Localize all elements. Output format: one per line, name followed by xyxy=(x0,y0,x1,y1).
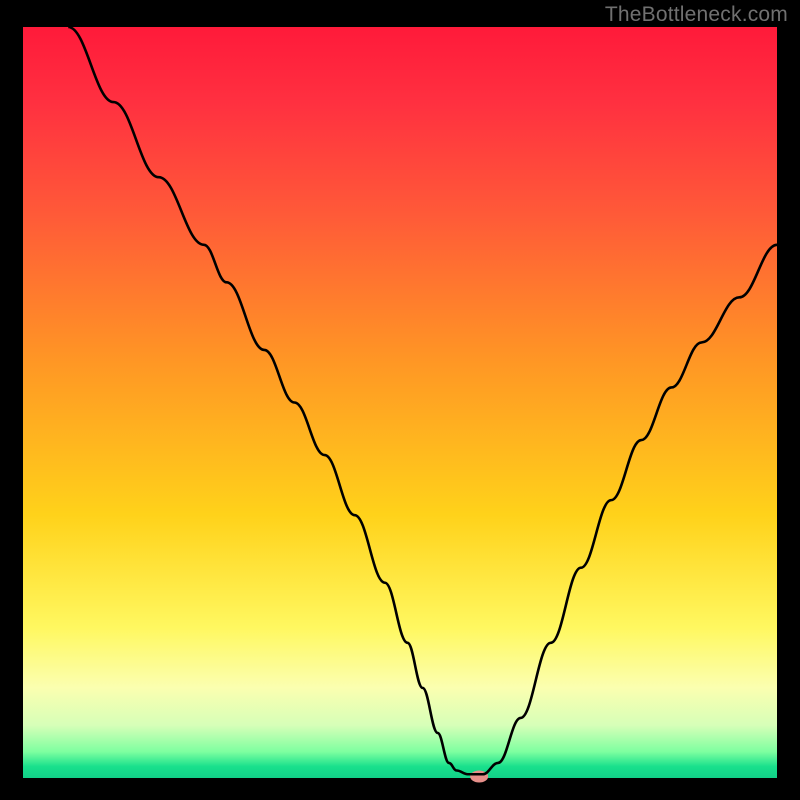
watermark-text: TheBottleneck.com xyxy=(605,3,788,27)
bottleneck-chart xyxy=(0,0,800,800)
chart-frame: TheBottleneck.com xyxy=(0,0,800,800)
